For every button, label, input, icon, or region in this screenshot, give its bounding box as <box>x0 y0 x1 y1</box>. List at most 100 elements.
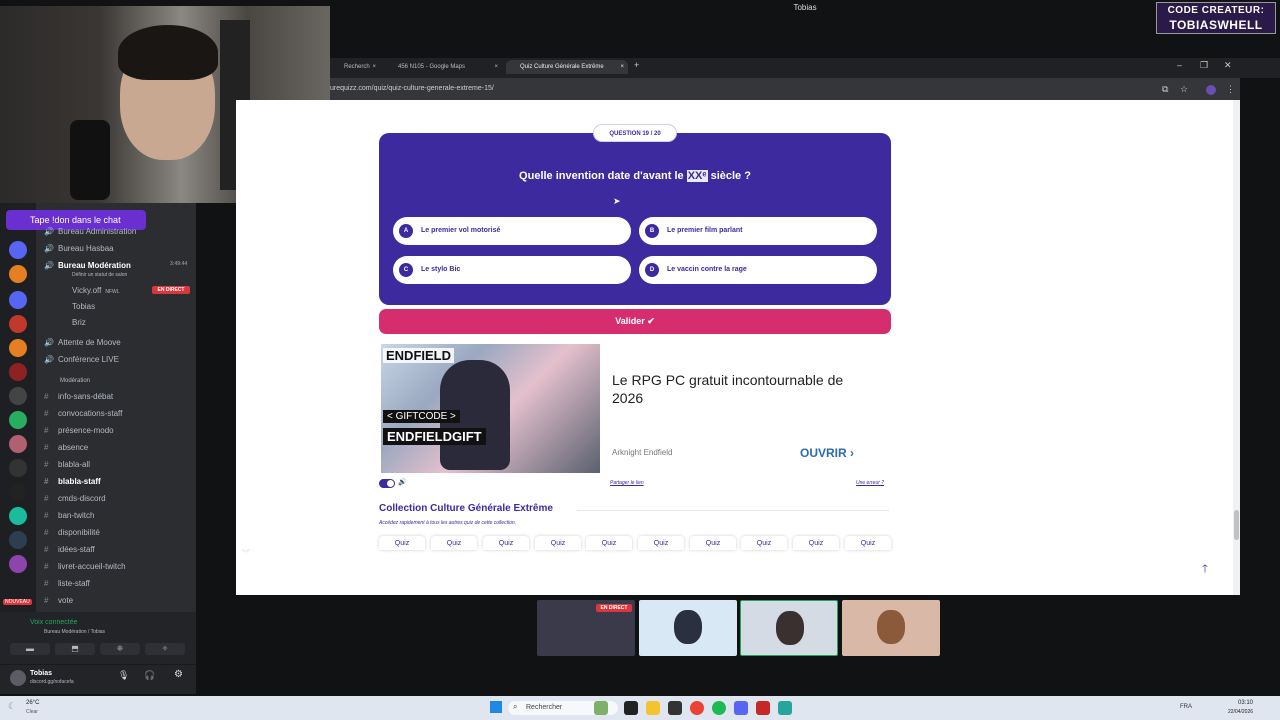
tab-quiz[interactable]: Quiz Culture Générale Extrême × <box>506 60 628 74</box>
ad-open-button[interactable]: OUVRIR › <box>800 446 854 460</box>
task-view-icon[interactable] <box>624 701 638 715</box>
quiz-chip[interactable]: Quiz <box>379 536 425 550</box>
spotify-icon[interactable] <box>712 701 726 715</box>
profile-icon[interactable] <box>1206 85 1216 95</box>
channel-item[interactable]: # absence <box>44 443 88 452</box>
activities-button[interactable]: ⁜ <box>100 643 140 655</box>
answer-c[interactable]: C Le stylo Bic <box>393 256 631 284</box>
menu-icon[interactable]: ⋮ <box>1226 84 1235 95</box>
server-icon[interactable] <box>9 435 27 453</box>
quiz-chip[interactable]: Quiz <box>431 536 477 550</box>
share-link[interactable]: Partager le lien <box>610 480 644 486</box>
url-text[interactable]: urequizz.com/quiz/quiz-culture-generale-… <box>330 82 494 96</box>
channel-item[interactable]: # info-sans-débat <box>44 392 113 401</box>
channel-item[interactable]: # idées-staff <box>44 545 95 554</box>
quiz-chip[interactable]: Quiz <box>638 536 684 550</box>
quiz-chip[interactable]: Quiz <box>793 536 839 550</box>
validate-button[interactable]: Valider ✔ <box>379 309 891 334</box>
file-explorer-icon[interactable] <box>646 701 660 715</box>
scrollbar-thumb[interactable] <box>1234 510 1239 540</box>
channel-item[interactable]: # disponibilité <box>44 528 100 537</box>
chrome-icon[interactable] <box>690 701 704 715</box>
close-icon[interactable]: × <box>372 60 376 74</box>
app-icon[interactable] <box>668 701 682 715</box>
channel-item[interactable]: 🔊 Conférence LIVE <box>44 355 119 364</box>
tab-search[interactable]: Recherch × <box>330 60 380 74</box>
channel-item[interactable]: # convocations-staff <box>44 409 122 418</box>
minimize-button[interactable]: – <box>1177 60 1182 70</box>
language-indicator[interactable]: FRA <box>1180 704 1192 710</box>
server-icon[interactable] <box>9 507 27 525</box>
participant-tile[interactable] <box>639 600 737 656</box>
answer-b[interactable]: B Le premier film parlant <box>639 217 877 245</box>
answer-d[interactable]: D Le vaccin contre la rage <box>639 256 877 284</box>
back-to-top-button[interactable]: 🡑 <box>1197 561 1213 577</box>
gear-icon[interactable]: ⚙ <box>174 669 183 680</box>
quiz-chip[interactable]: Quiz <box>741 536 787 550</box>
server-icon[interactable] <box>9 483 27 501</box>
channel-item[interactable]: 🔊 Bureau Hasbaa <box>44 244 114 253</box>
channel-item[interactable]: # livret-accueil-twitch <box>44 562 126 571</box>
discord-icon[interactable] <box>734 701 748 715</box>
channel-item[interactable]: Vicky.off NFWL <box>58 286 120 295</box>
report-error-link[interactable]: Une erreur ? <box>856 480 884 486</box>
server-icon[interactable] <box>9 459 27 477</box>
clock-time[interactable]: 03:10 <box>1238 700 1253 706</box>
channel-item[interactable]: 🔊 Attente de Moove <box>44 338 121 347</box>
channel-item[interactable]: 🔊 Bureau Modération 3:49:44 <box>44 261 187 270</box>
chevron-down-icon[interactable]: ︾ <box>242 548 250 559</box>
tab-maps[interactable]: 456 N105 - Google Maps × <box>384 60 502 74</box>
server-icon[interactable] <box>9 339 27 357</box>
avatar[interactable] <box>10 670 26 686</box>
server-icon[interactable] <box>9 411 27 429</box>
quiz-chip[interactable]: Quiz <box>483 536 529 550</box>
channel-item[interactable]: Modération <box>46 378 90 384</box>
server-icon[interactable] <box>9 387 27 405</box>
quiz-chip[interactable]: Quiz <box>845 536 891 550</box>
app-icon[interactable] <box>756 701 770 715</box>
install-icon[interactable]: ⧉ <box>1162 84 1168 95</box>
quiz-chip[interactable]: Quiz <box>586 536 632 550</box>
participant-tile[interactable] <box>740 600 838 656</box>
headphones-icon[interactable]: 🎧 <box>144 670 155 681</box>
channel-item[interactable]: # cmds-discord <box>44 494 106 503</box>
video-button[interactable]: ▬ <box>10 643 50 655</box>
server-icon[interactable] <box>9 315 27 333</box>
server-icon[interactable] <box>9 363 27 381</box>
channel-item[interactable]: Définir un statut de salon <box>58 272 127 278</box>
weather-temp[interactable]: 26°C <box>26 700 39 706</box>
participant-tile[interactable] <box>842 600 940 656</box>
channel-item[interactable]: # présence-modo <box>44 426 114 435</box>
channel-item[interactable]: # blabla-staff <box>44 477 101 486</box>
server-icon[interactable] <box>9 291 27 309</box>
server-icon[interactable] <box>9 531 27 549</box>
screen-share-button[interactable]: ⬒ <box>55 643 95 655</box>
channel-item[interactable]: 🔊 Bureau Administration <box>44 227 136 236</box>
quiz-chip[interactable]: Quiz <box>535 536 581 550</box>
sound-toggle[interactable] <box>379 479 395 488</box>
close-icon[interactable]: × <box>494 60 498 74</box>
new-tab-button[interactable]: + <box>634 60 639 70</box>
widget-icon[interactable] <box>594 701 608 715</box>
channel-item[interactable]: Tobias <box>58 302 95 311</box>
server-icon[interactable] <box>9 555 27 573</box>
server-icon[interactable] <box>9 265 27 283</box>
soundboard-button[interactable]: ✧ <box>145 643 185 655</box>
channel-item[interactable]: # blabla-all <box>44 460 90 469</box>
start-button[interactable] <box>490 701 502 713</box>
quiz-chip[interactable]: Quiz <box>690 536 736 550</box>
close-window-button[interactable]: ✕ <box>1224 60 1232 71</box>
server-icon[interactable] <box>9 241 27 259</box>
bookmark-star-icon[interactable]: ☆ <box>1180 84 1188 95</box>
channel-item[interactable]: # ban-twitch <box>44 511 94 520</box>
channel-item[interactable]: # vote <box>44 596 73 605</box>
mic-icon[interactable]: 🎙 <box>118 670 129 681</box>
weather-icon[interactable]: ☾ <box>8 701 16 712</box>
app-icon[interactable] <box>778 701 792 715</box>
maximize-button[interactable]: ❐ <box>1200 60 1208 71</box>
close-icon[interactable]: × <box>620 60 624 74</box>
channel-item[interactable]: # liste-staff <box>44 579 90 588</box>
ad-title[interactable]: Le RPG PC gratuit incontournable de 2026 <box>612 371 872 407</box>
channel-item[interactable]: Briz <box>58 318 86 327</box>
answer-a[interactable]: A Le premier vol motorisé <box>393 217 631 245</box>
